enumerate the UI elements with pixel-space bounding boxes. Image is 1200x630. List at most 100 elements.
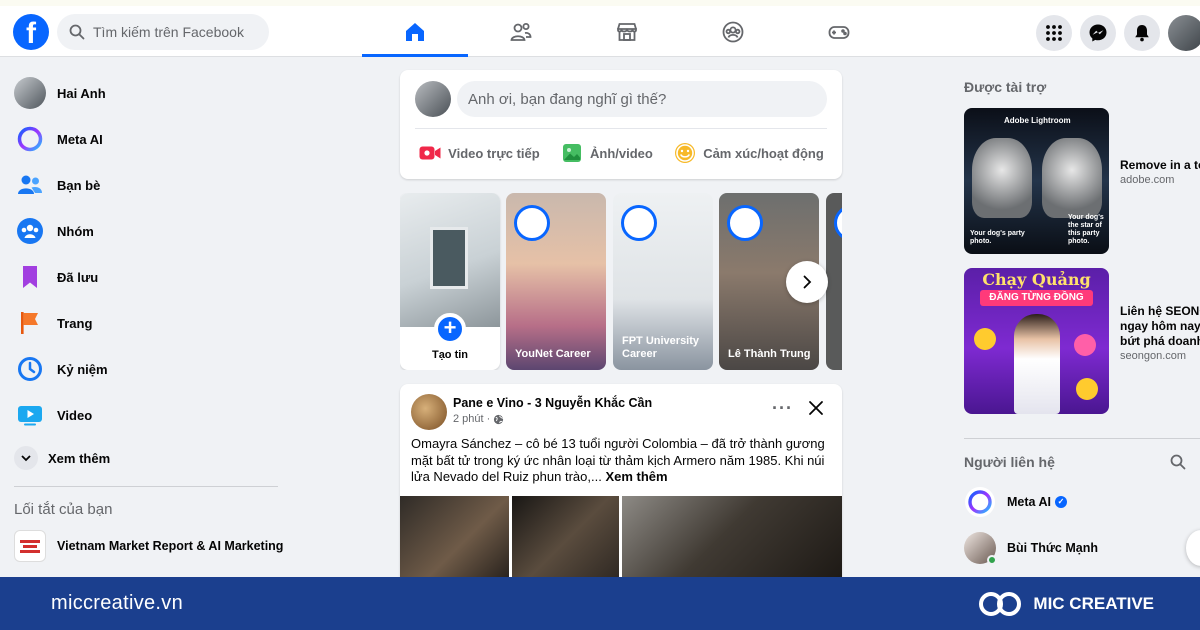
sidebar-item-saved[interactable]: Đã lưu xyxy=(0,254,290,300)
composer-avatar[interactable] xyxy=(415,81,451,117)
feeling-activity-button[interactable]: Cảm xúc/hoạt động xyxy=(673,141,824,165)
shortcut-thumbnail xyxy=(14,530,46,562)
ad-image-lightroom: Adobe Lightroom Your dog's party photo. … xyxy=(964,108,1109,254)
contact-item[interactable]: Bùi Thức Mạnh xyxy=(950,525,1200,571)
profile-avatar xyxy=(14,77,46,109)
live-video-button[interactable]: Video trực tiếp xyxy=(418,141,540,165)
profile-avatar[interactable] xyxy=(1168,15,1200,51)
sidebar-item-label: Nhóm xyxy=(57,223,94,239)
story-avatar xyxy=(834,205,842,241)
photo-video-button[interactable]: Ảnh/video xyxy=(560,141,653,165)
post-time[interactable]: 2 phút xyxy=(453,413,484,425)
ad-domain: seongon.com xyxy=(1120,350,1187,362)
story-name: FPT University Career xyxy=(622,335,700,360)
sidebar-item-friends[interactable]: Bạn bè xyxy=(0,162,290,208)
tab-home[interactable] xyxy=(362,6,468,57)
ad-caption-right: Your dog's the star of this party photo. xyxy=(1068,214,1104,245)
tab-marketplace[interactable] xyxy=(574,6,680,57)
live-video-icon xyxy=(419,146,441,160)
post-photo[interactable] xyxy=(622,496,842,584)
friends-icon xyxy=(18,175,42,194)
post-photo[interactable] xyxy=(512,496,619,584)
tab-gaming[interactable] xyxy=(786,6,892,57)
shortcut-label: Vietnam Market Report & AI Marketing xyxy=(57,539,284,553)
memories-clock-icon xyxy=(18,357,42,381)
composer-actions: Video trực tiếp Ảnh/video Cảm xúc/hoạt đ… xyxy=(408,135,834,171)
shortcuts-title: Lối tắt của bạn xyxy=(14,501,113,518)
watermark-banner: miccreative.vn MIC CREATIVE xyxy=(0,577,1200,630)
feed-post: Pane e Vino - 3 Nguyễn Khắc Cần 2 phút ·… xyxy=(400,384,842,584)
story-card[interactable] xyxy=(826,193,842,370)
sidebar-item-memories[interactable]: Kỷ niệm xyxy=(0,346,290,392)
sidebar-item-video[interactable]: Video xyxy=(0,392,290,438)
feeling-icon xyxy=(675,143,696,163)
banner-url: miccreative.vn xyxy=(51,592,184,614)
stories-tray: + Tạo tin YouNet Career FPT University C… xyxy=(400,193,842,370)
composer-divider xyxy=(415,128,827,129)
chevron-down-icon xyxy=(21,455,31,462)
menu-button[interactable] xyxy=(1036,15,1072,51)
notifications-button[interactable] xyxy=(1124,15,1160,51)
create-story-card[interactable]: + Tạo tin xyxy=(400,193,500,370)
search-icon[interactable] xyxy=(1170,454,1186,470)
contact-item[interactable]: Meta AI ✓ xyxy=(950,479,1200,525)
contact-avatar xyxy=(964,532,997,565)
see-more-button[interactable]: Xem thêm xyxy=(0,438,290,478)
dog-right xyxy=(1042,138,1102,218)
post-options-button[interactable]: ··· xyxy=(772,398,793,419)
notifications-icon xyxy=(1135,25,1149,42)
live-video-label: Video trực tiếp xyxy=(448,145,540,161)
ad-subheadline: ĐĂNG TỪNG ĐỒNG xyxy=(980,290,1093,306)
messenger-button[interactable] xyxy=(1080,15,1116,51)
ad-brand: Adobe Lightroom xyxy=(1004,116,1071,125)
dog-left xyxy=(972,138,1032,218)
messenger-icon xyxy=(1089,24,1107,42)
sidebar-item-groups[interactable]: Nhóm xyxy=(0,208,290,254)
search-input[interactable] xyxy=(93,24,263,40)
sidebar-item-label: Kỷ niệm xyxy=(57,361,108,377)
story-avatar xyxy=(727,205,763,241)
sidebar-item-label: Video xyxy=(57,407,93,423)
create-story-photo xyxy=(400,193,500,327)
search-box[interactable] xyxy=(57,14,269,50)
sponsored-ad[interactable]: Adobe Lightroom Your dog's party photo. … xyxy=(950,104,1200,264)
post-photo[interactable] xyxy=(400,496,509,584)
meta-ai-icon xyxy=(965,487,995,517)
sidebar-item-meta-ai[interactable]: Meta AI xyxy=(0,116,290,162)
ad-text: Liên hệ SEONG ngay hôm nay bứt phá doanh… xyxy=(1120,304,1200,364)
flag-icon xyxy=(21,312,38,334)
ad-title-line: Liên hệ SEONG xyxy=(1120,304,1200,318)
stories-next-button[interactable] xyxy=(786,261,828,303)
post-see-more-link[interactable]: Xem thêm xyxy=(605,469,667,484)
sponsored-ad[interactable]: Chạy Quảng Cáo ĐĂNG TỪNG ĐỒNG Liên hệ SE… xyxy=(950,264,1200,424)
marketplace-icon xyxy=(617,22,637,41)
composer-input[interactable] xyxy=(457,81,827,117)
sidebar-item-profile[interactable]: Hai Anh xyxy=(0,70,290,116)
contacts-header: Người liên hệ xyxy=(950,445,1200,479)
story-name: YouNet Career xyxy=(515,348,591,360)
post-author-avatar[interactable] xyxy=(411,394,447,430)
facebook-logo[interactable]: f xyxy=(13,14,49,50)
post-photos xyxy=(400,496,842,584)
see-more-label: Xem thêm xyxy=(48,450,111,466)
close-icon[interactable] xyxy=(807,399,825,417)
ad-person xyxy=(1014,314,1060,414)
feeling-activity-label: Cảm xúc/hoạt động xyxy=(703,145,824,161)
story-card[interactable]: YouNet Career xyxy=(506,193,606,370)
banner-brand-name: MIC CREATIVE xyxy=(1033,593,1154,613)
ad-image-seongon: Chạy Quảng Cáo ĐĂNG TỪNG ĐỒNG xyxy=(964,268,1109,414)
right-divider xyxy=(964,438,1200,439)
home-icon xyxy=(406,22,424,41)
post-composer: Video trực tiếp Ảnh/video Cảm xúc/hoạt đ… xyxy=(400,70,842,179)
ad-title-line: ngay hôm nay xyxy=(1120,319,1200,333)
tab-friends[interactable] xyxy=(468,6,574,57)
story-name: Lê Thành Trung xyxy=(728,348,811,360)
tab-groups[interactable] xyxy=(680,6,786,57)
post-text: Omayra Sánchez – cô bé 13 tuổi người Col… xyxy=(411,436,831,486)
post-author-name[interactable]: Pane e Vino - 3 Nguyễn Khắc Cần xyxy=(453,396,652,410)
shortcut-item[interactable]: Vietnam Market Report & AI Marketing xyxy=(0,525,290,567)
story-card[interactable]: FPT University Career xyxy=(613,193,713,370)
sidebar-item-label: Meta AI xyxy=(57,131,103,147)
sidebar-item-pages[interactable]: Trang xyxy=(0,300,290,346)
sidebar-item-label: Hai Anh xyxy=(57,85,106,101)
